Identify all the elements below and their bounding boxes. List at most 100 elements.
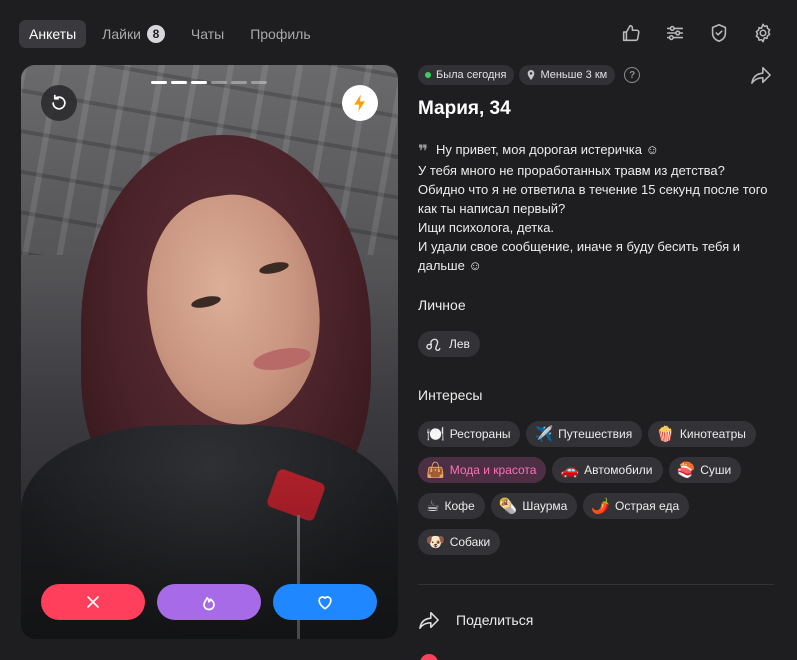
interest-label: Острая еда [615, 499, 680, 513]
photo-progress-segment [211, 81, 227, 84]
undo-icon [52, 94, 66, 110]
interest-label: Кофе [444, 499, 475, 513]
report-icon-partial[interactable] [420, 654, 438, 660]
interest-label: Рестораны [449, 427, 511, 441]
online-dot-icon [425, 72, 431, 78]
interest-tag[interactable]: 🌯 Шаурма [490, 493, 578, 519]
interest-emoji-icon: 🌶️ [591, 498, 611, 515]
photo-progress-segment [231, 81, 247, 84]
share-label: Поделиться [456, 612, 534, 628]
tab-profile-label: Профиль [250, 26, 311, 42]
bio-line-text: как ты написал первый? [418, 201, 566, 216]
bio-line-text: дальше ☺ [418, 258, 482, 273]
dislike-button[interactable] [41, 584, 145, 620]
interest-emoji-icon: 🍿 [656, 426, 675, 443]
profile-info: Была сегодня Меньше 3 км ? Мария, 34 ❞ Ну… [418, 65, 774, 565]
interest-tag[interactable]: 🐶 Собаки [418, 529, 501, 555]
tag-zodiac-label: Лев [449, 337, 470, 351]
gear-icon[interactable] [751, 21, 775, 45]
nav-tabs: Анкеты Лайки 8 Чаты Профиль [19, 20, 327, 48]
bio-line: У тебя много не проработанных травм из д… [418, 161, 774, 180]
top-nav: Анкеты Лайки 8 Чаты Профиль [0, 0, 797, 66]
interest-emoji-icon: ☕ [426, 498, 440, 515]
interest-label: Мода и красота [449, 463, 537, 477]
bio-line: как ты написал первый? [418, 199, 774, 218]
share-button[interactable]: Поделиться [418, 610, 533, 630]
photo-progress [151, 81, 271, 84]
interest-label: Путешествия [558, 427, 633, 441]
personal-tags: Лев [418, 331, 774, 367]
interest-label: Автомобили [584, 463, 653, 477]
bio-line: дальше ☺ [418, 256, 774, 275]
tag-zodiac[interactable]: Лев [418, 331, 480, 357]
bio-line-text: Обидно что я не ответила в течение 15 се… [418, 182, 768, 197]
bio-line: И удали свое сообщение, иначе я буду бес… [418, 237, 774, 256]
photo-progress-segment [191, 81, 207, 84]
interest-tag[interactable]: 👜 Мода и красота [418, 457, 547, 483]
interest-tag[interactable]: 🍽️ Рестораны [418, 421, 521, 447]
bio-line-text: Ищи психолога, детка. [418, 220, 555, 235]
interest-emoji-icon: 👜 [426, 462, 445, 479]
online-status-text: Была сегодня [436, 69, 507, 81]
tab-chats-label: Чаты [190, 26, 225, 42]
bio-line: Обидно что я не ответила в течение 15 се… [418, 180, 774, 199]
leo-zodiac-icon [426, 338, 441, 351]
share-arrow-icon [419, 611, 439, 629]
profile-photo[interactable] [21, 65, 398, 639]
interest-tag[interactable]: 🍿 Кинотеатры [648, 421, 756, 447]
online-status-badge: Была сегодня [418, 65, 515, 85]
interest-emoji-icon: 🚗 [560, 462, 580, 479]
interest-tag[interactable]: 🍣 Суши [668, 457, 742, 483]
tab-profile[interactable]: Профиль [240, 20, 320, 48]
interest-label: Кинотеатры [679, 427, 746, 441]
quote-icon: ❞ [418, 142, 428, 161]
interest-emoji-icon: 🌯 [498, 498, 518, 515]
interest-tag[interactable]: 🚗 Автомобили [552, 457, 663, 483]
interest-tag[interactable]: ✈️ Путешествия [526, 421, 643, 447]
app-window: Анкеты Лайки 8 Чаты Профиль Была сегодня… [0, 0, 797, 660]
boost-button[interactable] [342, 85, 378, 121]
undo-button[interactable] [41, 85, 77, 121]
close-icon [87, 596, 99, 608]
status-row: Была сегодня Меньше 3 км ? [418, 65, 774, 85]
interest-tag[interactable]: 🌶️ Острая еда [583, 493, 690, 519]
distance-badge: Меньше 3 км [519, 65, 616, 85]
heart-icon [318, 596, 332, 610]
tab-profiles[interactable]: Анкеты [19, 20, 87, 48]
interests-row: 🐶 Собаки [418, 529, 774, 565]
photo-progress-segment [171, 81, 187, 84]
bio-line: Ищи психолога, детка. [418, 218, 774, 237]
tab-likes-label: Лайки [102, 26, 141, 42]
likes-count-badge: 8 [146, 25, 165, 43]
interest-tag[interactable]: ☕ Кофе [418, 493, 485, 519]
share-icon[interactable] [750, 65, 774, 87]
tab-chats[interactable]: Чаты [181, 20, 234, 48]
top-actions [599, 21, 775, 45]
superlike-button[interactable] [157, 584, 261, 620]
filters-icon[interactable] [663, 21, 687, 45]
interest-label: Собаки [449, 535, 491, 549]
interests-title: Интересы [418, 387, 483, 403]
profile-name: Мария, 34 [418, 98, 511, 119]
photo-progress-segment [151, 81, 167, 84]
photo-progress-segment [251, 81, 267, 84]
tab-likes[interactable]: Лайки 8 [92, 20, 175, 48]
interest-emoji-icon: 🐶 [426, 534, 445, 551]
bio-line-text: И удали свое сообщение, иначе я буду бес… [418, 239, 741, 254]
interest-emoji-icon: 🍣 [676, 462, 696, 479]
lightning-icon [354, 94, 365, 112]
interest-emoji-icon: ✈️ [534, 426, 554, 443]
interests-row: 🍽️ Рестораны ✈️ Путешествия 🍿 Кинотеатры [418, 421, 774, 457]
shield-check-icon[interactable] [707, 21, 731, 45]
interest-label: Шаурма [522, 499, 568, 513]
interests-row: ☕ Кофе 🌯 Шаурма 🌶️ Острая еда [418, 493, 774, 529]
tab-profiles-label: Анкеты [29, 26, 77, 42]
interest-emoji-icon: 🍽️ [426, 426, 445, 443]
help-icon[interactable]: ? [624, 67, 641, 83]
bio-line-text: У тебя много не проработанных травм из д… [418, 163, 725, 178]
like-button[interactable] [273, 584, 377, 620]
bio-line-text: Ну привет, моя дорогая истеричка ☺ [435, 142, 659, 157]
profile-bio: ❞ Ну привет, моя дорогая истеричка ☺ У теб… [418, 140, 774, 275]
interest-label: Суши [700, 463, 732, 477]
thumbs-up-icon[interactable] [619, 21, 643, 45]
